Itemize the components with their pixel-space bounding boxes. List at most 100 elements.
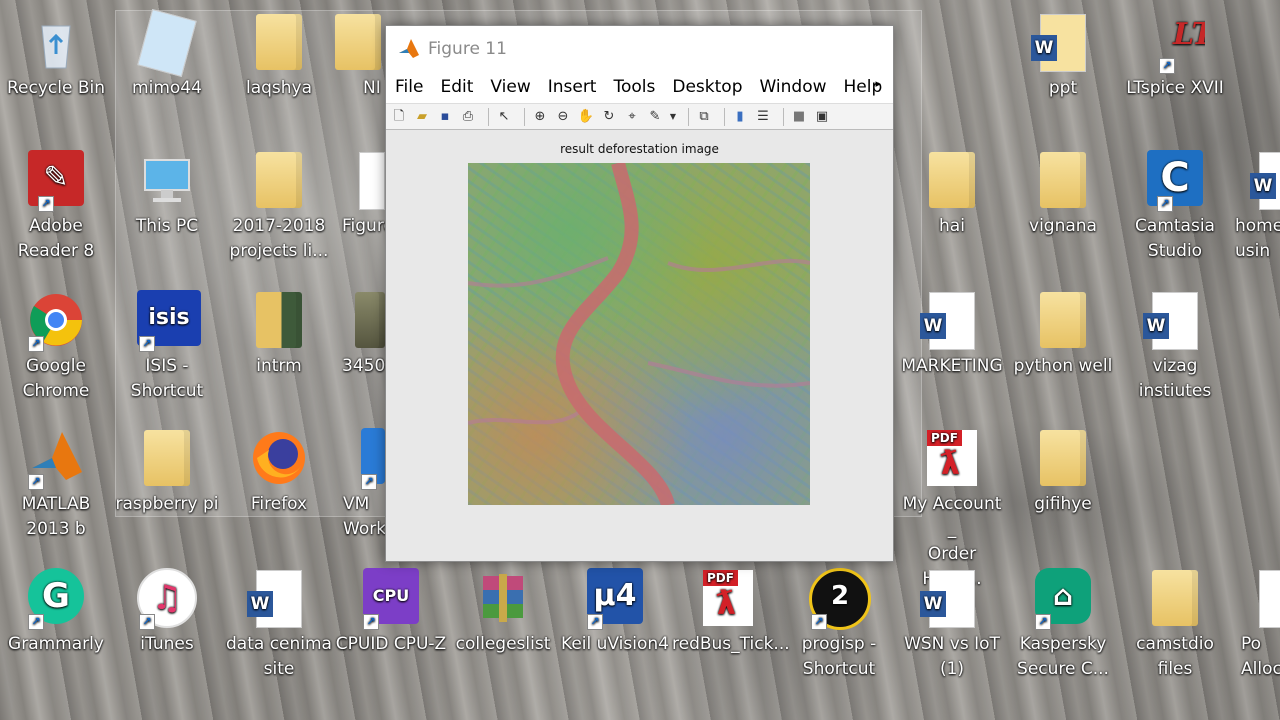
- desktop-icon-camtasia[interactable]: C ↗ Camtasia Studio: [1119, 150, 1231, 264]
- icon-label: LTspice XVII: [1126, 78, 1224, 98]
- link-plot-icon[interactable]: ⧉: [695, 108, 713, 126]
- matlab-figure-window[interactable]: Figure 11 File Edit View Insert Tools De…: [385, 25, 894, 562]
- icon-label: CPUID CPU-Z: [335, 634, 447, 654]
- desktop-icon-cpuz[interactable]: CPU ↗ CPUID CPU-Z: [335, 568, 447, 657]
- icon-label: vignana: [1029, 216, 1097, 236]
- zoom-in-icon[interactable]: ⊕: [531, 108, 549, 126]
- icon-label: camstdio files: [1136, 634, 1214, 679]
- new-figure-icon[interactable]: 🗋: [390, 108, 408, 126]
- word-document-icon: W: [1031, 12, 1093, 72]
- desktop-icon-3450[interactable]: 3450: [335, 290, 385, 379]
- progisp-icon: 2 ↗: [809, 568, 871, 630]
- toolbar-separator: [688, 107, 689, 126]
- menu-view[interactable]: View: [481, 77, 538, 97]
- desktop-icon-pc-alloc[interactable]: Po Alloca: [1231, 568, 1280, 682]
- desktop-icon-isis[interactable]: isis ↗ ISIS - Shortcut: [111, 290, 223, 404]
- title-bar[interactable]: Figure 11: [386, 26, 893, 71]
- desktop-icon-recycle-bin[interactable]: Recycle Bin: [0, 12, 112, 101]
- icon-label: Keil uVision4: [561, 634, 669, 654]
- desktop-icon-vmware[interactable]: ↗ VM Work: [335, 428, 386, 542]
- word-document-icon: W: [920, 290, 982, 350]
- desktop-icon-adobe-reader[interactable]: ✎ ↗ Adobe Reader 8: [0, 150, 112, 264]
- desktop-icon-wsn[interactable]: W WSN vs IoT (1): [896, 568, 1008, 682]
- icon-label: Po Alloca: [1241, 634, 1280, 679]
- recycle-bin-icon: [26, 12, 86, 72]
- figure-canvas: result deforestation image: [386, 130, 893, 561]
- desktop-icon-vignana[interactable]: vignana: [1007, 150, 1119, 239]
- desktop-icon-redbus[interactable]: PDF ƛ redBus_Tick...: [672, 568, 790, 657]
- desktop-icon-this-pc[interactable]: This PC: [111, 150, 223, 239]
- desktop-icon-firefox[interactable]: Firefox: [223, 428, 335, 517]
- desktop-icon-ni[interactable]: NI: [335, 12, 385, 101]
- zoom-out-icon[interactable]: ⊖: [554, 108, 572, 126]
- desktop-icon-python-well[interactable]: python well: [1007, 290, 1119, 379]
- select-pointer-icon[interactable]: ↖: [495, 108, 513, 126]
- print-icon[interactable]: ⎙: [459, 108, 477, 126]
- desktop-icon-hai[interactable]: hai: [896, 150, 1008, 239]
- folder-icon: [1033, 150, 1093, 210]
- desktop-icon-kaspersky[interactable]: ⌂ ↗ Kaspersky Secure C...: [1007, 568, 1119, 682]
- desktop-icon-matlab[interactable]: ↗ MATLAB 2013 b: [0, 428, 112, 542]
- grammarly-icon: G ↗: [26, 568, 86, 630]
- desktop-icon-raspberry[interactable]: raspberry pi: [111, 428, 223, 517]
- figure-toolbar: 🗋 ▰ ▪ ⎙ ↖ ⊕ ⊖ ✋ ↻ ⌖ ✎ ▼ ⧉ ▮ ☰ ■ ▣: [386, 103, 893, 130]
- itunes-icon: ♫ ↗: [137, 568, 197, 630]
- desktop-icon-marketing[interactable]: W MARKETING: [896, 290, 1008, 379]
- data-cursor-icon[interactable]: ⌖: [623, 108, 641, 126]
- document-icon: [137, 9, 197, 77]
- folder-icon: [137, 428, 197, 488]
- desktop-icon-collegeslist[interactable]: collegeslist: [447, 568, 559, 657]
- icon-label: Figure: [342, 216, 394, 236]
- menu-insert[interactable]: Insert: [539, 77, 605, 97]
- menu-file[interactable]: File: [386, 77, 431, 97]
- save-icon[interactable]: ▪: [436, 108, 454, 126]
- desktop-icon-progisp[interactable]: 2 ↗ progisp - Shortcut: [783, 568, 895, 682]
- desktop-icon-intrm[interactable]: intrm: [223, 290, 335, 379]
- desktop-icon-gifihye[interactable]: gifihye: [1007, 428, 1119, 517]
- icon-label: gifihye: [1034, 494, 1092, 514]
- svg-text:LT: LT: [1172, 17, 1205, 52]
- word-document-icon: W: [1143, 290, 1205, 350]
- dropdown-arrow-icon[interactable]: ▼: [669, 108, 677, 126]
- firefox-icon: [249, 428, 309, 488]
- icon-label: progisp - Shortcut: [801, 634, 877, 679]
- desktop-icon-projects[interactable]: 2017-2018 projects li...: [223, 150, 335, 264]
- desktop-icon-camstdio[interactable]: camstdio files: [1119, 568, 1231, 682]
- desktop-icon-data-cenima[interactable]: W data cenima site: [223, 568, 335, 682]
- keil-uvision-icon: μ4 ↗: [585, 568, 645, 630]
- desktop-icon-vizag[interactable]: W vizag instiutes: [1119, 290, 1231, 404]
- chrome-icon: ↗: [26, 290, 86, 352]
- brush-icon[interactable]: ✎: [646, 108, 664, 126]
- isis-icon: isis ↗: [137, 290, 201, 352]
- menu-window[interactable]: Window: [750, 77, 834, 97]
- desktop-icon-google-chrome[interactable]: ↗ Google Chrome: [0, 290, 112, 404]
- toolbar-separator: [724, 107, 725, 126]
- desktop-icon-home[interactable]: W home usin: [1231, 150, 1280, 264]
- desktop-icon-grammarly[interactable]: G ↗ Grammarly: [0, 568, 112, 657]
- hide-plot-tools-icon[interactable]: ■: [790, 108, 808, 126]
- insert-colorbar-icon[interactable]: ▮: [731, 108, 749, 126]
- desktop-icon-figure[interactable]: Figure: [335, 150, 394, 239]
- desktop-icon-keil[interactable]: μ4 ↗ Keil uVision4: [559, 568, 671, 657]
- icon-label: redBus_Tick...: [672, 634, 790, 654]
- menu-tools[interactable]: Tools: [604, 77, 663, 97]
- desktop-icon-mimo44[interactable]: mimo44: [111, 9, 223, 101]
- desktop-icon-itunes[interactable]: ♫ ↗ iTunes: [111, 568, 223, 657]
- icon-label: home usin: [1235, 216, 1280, 261]
- icon-label: iTunes: [140, 634, 194, 654]
- menu-edit[interactable]: Edit: [431, 77, 481, 97]
- icon-label: data cenima site: [226, 634, 332, 679]
- folder-icon: [249, 290, 309, 350]
- icon-label: hai: [939, 216, 965, 236]
- rotate-3d-icon[interactable]: ↻: [600, 108, 618, 126]
- insert-legend-icon[interactable]: ☰: [754, 108, 772, 126]
- pan-hand-icon[interactable]: ✋: [577, 108, 595, 126]
- menu-overflow-arrow-icon[interactable]: ▸: [866, 77, 889, 90]
- deforestation-result-image[interactable]: [468, 163, 810, 505]
- desktop-icon-laqshya[interactable]: laqshya: [223, 12, 335, 101]
- menu-desktop[interactable]: Desktop: [663, 77, 750, 97]
- desktop-icon-ltspice[interactable]: LT ↗ LTspice XVII: [1119, 12, 1231, 101]
- desktop-icon-ppt[interactable]: W ppt: [1007, 12, 1119, 101]
- open-file-icon[interactable]: ▰: [413, 108, 431, 126]
- show-plot-tools-icon[interactable]: ▣: [813, 108, 831, 126]
